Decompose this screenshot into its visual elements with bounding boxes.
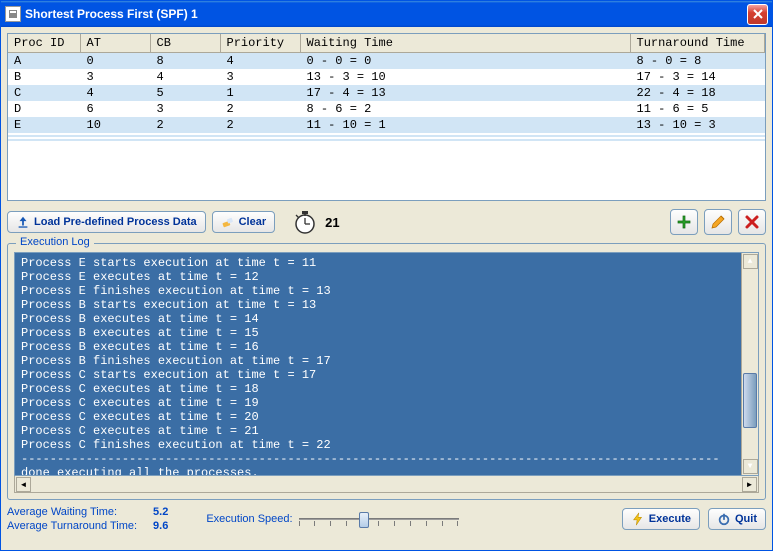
clear-button-label: Clear [239,216,267,228]
table-cell: 1 [220,85,300,101]
execution-speed-label: Execution Speed: [206,513,292,525]
table-cell [300,139,630,141]
table-cell: 11 - 10 = 1 [300,117,630,133]
add-button[interactable] [670,209,698,235]
table-cell: C [8,85,80,101]
table-row[interactable]: B34313 - 3 = 1017 - 3 = 14 [8,69,765,85]
pencil-icon [710,214,726,230]
scroll-down-arrow[interactable]: ▼ [743,459,758,474]
table-cell: 22 - 4 = 18 [630,85,765,101]
execution-log[interactable]: Process E starts execution at time t = 1… [14,252,759,476]
table-cell: 8 - 6 = 2 [300,101,630,117]
table-cell: 8 [150,53,220,70]
log-text: Process E starts execution at time t = 1… [21,256,720,476]
lightning-icon [631,512,645,526]
scroll-right-arrow[interactable]: ► [742,477,757,492]
clock-value: 21 [325,215,339,230]
process-table[interactable]: Proc ID AT CB Priority Waiting Time Turn… [7,33,766,201]
table-cell [220,139,300,141]
table-cell: 2 [220,117,300,133]
table-cell: A [8,53,80,70]
scroll-up-arrow[interactable]: ▲ [743,254,758,269]
table-row[interactable]: C45117 - 4 = 1322 - 4 = 18 [8,85,765,101]
scroll-thumb[interactable] [743,373,757,428]
power-icon [717,512,731,526]
quit-button-label: Quit [735,513,757,525]
avg-turn-label: Average Turnaround Time: [7,520,137,532]
plus-icon [676,214,692,230]
delete-button[interactable] [738,209,766,235]
table-cell: 3 [80,69,150,85]
table-cell: 11 - 6 = 5 [630,101,765,117]
table-cell [80,139,150,141]
table-cell: 5 [150,85,220,101]
col-turnaround[interactable]: Turnaround Time [630,34,765,53]
table-cell [150,139,220,141]
table-cell: E [8,117,80,133]
avg-turn-value: 9.6 [153,520,168,532]
avg-wait-value: 5.2 [153,506,168,518]
table-cell: 8 - 0 = 8 [630,53,765,70]
col-cb[interactable]: CB [150,34,220,53]
table-cell: 4 [220,53,300,70]
close-button[interactable] [747,4,768,25]
table-header-row: Proc ID AT CB Priority Waiting Time Turn… [8,34,765,53]
upload-icon [16,215,30,229]
table-cell: 3 [220,69,300,85]
col-priority[interactable]: Priority [220,34,300,53]
execution-speed-slider[interactable] [299,509,459,529]
table-cell: 0 [80,53,150,70]
app-icon [5,6,21,22]
table-cell: 0 - 0 = 0 [300,53,630,70]
slider-thumb[interactable] [359,512,369,528]
execution-log-legend: Execution Log [16,236,94,248]
scroll-track[interactable] [742,270,758,458]
scroll-left-arrow[interactable]: ◄ [16,477,31,492]
load-button-label: Load Pre-defined Process Data [34,216,197,228]
table-cell: 13 - 3 = 10 [300,69,630,85]
table-cell: 4 [150,69,220,85]
edit-button[interactable] [704,209,732,235]
table-cell: 2 [150,117,220,133]
log-horizontal-scrollbar[interactable]: ◄► [14,476,759,493]
load-button[interactable]: Load Pre-defined Process Data [7,211,206,233]
table-cell: B [8,69,80,85]
col-waiting[interactable]: Waiting Time [300,34,630,53]
title-bar: Shortest Process First (SPF) 1 [1,1,772,27]
table-cell: D [8,101,80,117]
quit-button[interactable]: Quit [708,508,766,530]
table-row[interactable]: A0840 - 0 = 08 - 0 = 8 [8,53,765,70]
table-cell: 3 [150,101,220,117]
table-cell: 17 - 4 = 13 [300,85,630,101]
col-at[interactable]: AT [80,34,150,53]
avg-wait-label: Average Waiting Time: [7,506,137,518]
execute-button[interactable]: Execute [622,508,700,530]
table-cell: 13 - 10 = 3 [630,117,765,133]
table-cell [630,139,765,141]
clear-button[interactable]: Clear [212,211,276,233]
table-cell: 4 [80,85,150,101]
col-proc-id[interactable]: Proc ID [8,34,80,53]
table-row[interactable]: D6328 - 6 = 211 - 6 = 5 [8,101,765,117]
execute-button-label: Execute [649,513,691,525]
table-cell: 6 [80,101,150,117]
table-cell: 2 [220,101,300,117]
window-title: Shortest Process First (SPF) 1 [25,7,747,21]
table-row[interactable]: E102211 - 10 = 113 - 10 = 3 [8,117,765,133]
table-cell: 10 [80,117,150,133]
x-icon [744,214,760,230]
table-cell: 17 - 3 = 14 [630,69,765,85]
stopwatch-icon [291,210,319,234]
table-row[interactable] [8,139,765,141]
table-cell [8,139,80,141]
eraser-icon [221,215,235,229]
log-vertical-scrollbar[interactable]: ▲▼ [741,253,758,475]
